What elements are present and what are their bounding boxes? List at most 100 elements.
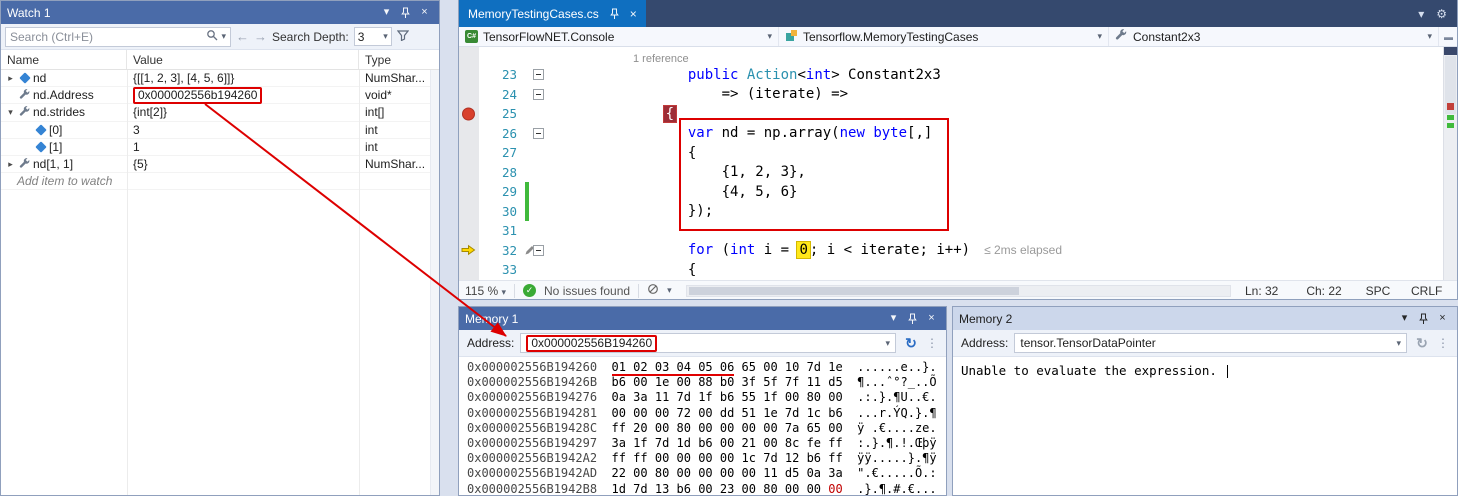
refresh-icon[interactable]: ↻ — [1413, 335, 1431, 352]
window-menu-icon[interactable]: ▾ — [885, 310, 902, 327]
zoom-select[interactable]: 115 % ▾ — [465, 284, 506, 298]
tab-close-icon[interactable]: × — [630, 7, 637, 21]
line-indicator[interactable]: Ln: 32 — [1245, 284, 1303, 298]
search-icon[interactable] — [206, 29, 218, 44]
glyph-cell[interactable] — [459, 221, 479, 241]
memory-row[interactable]: 0x000002556B1942B8 1d 7d 13 b6 00 23 00 … — [467, 482, 938, 495]
watch-row[interactable]: ▾nd.strides{int[2]}int[] — [1, 104, 439, 121]
pin-icon[interactable] — [1415, 313, 1432, 325]
fold-cell[interactable] — [529, 128, 547, 139]
glyph-cell[interactable] — [459, 260, 479, 280]
search-next-icon[interactable]: → — [254, 29, 267, 44]
issues-status[interactable]: No issues found — [544, 284, 630, 298]
memory-row[interactable]: 0x000002556B194276 0a 3a 11 7d 1f b6 55 … — [467, 390, 938, 405]
column-indicator[interactable]: Ch: 22 — [1306, 284, 1362, 298]
spaces-indicator[interactable]: SPC — [1366, 284, 1408, 298]
tab-list-chevron-icon[interactable]: ▾ — [1418, 7, 1424, 21]
column-separator[interactable] — [127, 70, 128, 495]
scrollbar-thumb[interactable] — [689, 287, 1019, 295]
watch-value[interactable]: {[[1, 2, 3], [4, 5, 6]]} — [127, 71, 359, 85]
line-ending-indicator[interactable]: CRLF — [1411, 284, 1451, 298]
code-line[interactable]: 28 {1, 2, 3}, — [459, 163, 1457, 183]
memory-row[interactable]: 0x000002556B1942A2 ff ff 00 00 00 00 1c … — [467, 451, 938, 466]
editor-vertical-scrollbar[interactable] — [1443, 47, 1457, 280]
memory1-rows[interactable]: 0x000002556B194260 01 02 03 04 05 06 65 … — [459, 357, 946, 495]
search-prev-icon[interactable]: ← — [236, 29, 249, 44]
chevron-down-icon[interactable]: ▾ — [1396, 338, 1401, 349]
type-dropdown[interactable]: Tensorflow.MemoryTestingCases ▾ — [779, 27, 1109, 46]
close-icon[interactable]: × — [923, 310, 940, 327]
glyph-cell[interactable] — [459, 143, 479, 163]
editor-actions-icon[interactable] — [647, 283, 659, 298]
glyph-cell[interactable] — [459, 163, 479, 183]
memory-row[interactable]: 0x000002556B194281 00 00 00 72 00 dd 51 … — [467, 406, 938, 421]
code-line[interactable]: 27 { — [459, 143, 1457, 163]
memory2-title-bar[interactable]: Memory 2 ▾ × — [953, 307, 1457, 330]
split-window-icon[interactable]: ▬ — [1444, 32, 1453, 42]
watch-value[interactable]: 0x000002556b194260 — [127, 87, 359, 104]
watch-value[interactable]: {int[2]} — [127, 105, 359, 119]
watch-value[interactable]: {5} — [127, 157, 359, 171]
glyph-cell[interactable] — [459, 124, 479, 144]
memory-row[interactable]: 0x000002556B194260 01 02 03 04 05 06 65 … — [467, 360, 938, 375]
tab-pin-icon[interactable] — [606, 8, 623, 20]
window-menu-icon[interactable]: ▾ — [378, 4, 395, 21]
memory-row[interactable]: 0x000002556B1942AD 22 00 80 00 00 00 00 … — [467, 466, 938, 481]
filter-icon[interactable] — [397, 30, 409, 44]
fold-collapse-icon[interactable] — [533, 128, 544, 139]
fold-collapse-icon[interactable] — [533, 89, 544, 100]
glyph-cell[interactable] — [459, 182, 479, 202]
chevron-down-icon[interactable]: ▾ — [667, 285, 672, 296]
fold-collapse-icon[interactable] — [533, 69, 544, 80]
expand-icon[interactable]: ▸ — [4, 159, 17, 170]
search-depth-select[interactable]: 3 ▾ — [354, 27, 392, 46]
close-icon[interactable]: × — [1434, 310, 1451, 327]
memory1-address-input[interactable]: 0x000002556B194260 ▾ — [520, 333, 896, 353]
toolbar-overflow-icon[interactable]: ⋮ — [1437, 336, 1449, 350]
fold-cell[interactable] — [529, 69, 547, 80]
fold-cell[interactable] — [529, 245, 547, 256]
fold-collapse-icon[interactable] — [533, 245, 544, 256]
splitter-grip[interactable] — [1444, 47, 1457, 55]
toolbar-overflow-icon[interactable]: ⋮ — [926, 336, 938, 350]
close-icon[interactable]: × — [416, 4, 433, 21]
memory1-title-bar[interactable]: Memory 1 ▾ × — [459, 307, 946, 330]
glyph-cell[interactable] — [459, 65, 479, 85]
health-check-icon[interactable]: ✓ — [523, 284, 536, 297]
column-header-value[interactable]: Value — [127, 50, 359, 69]
glyph-cell[interactable] — [459, 85, 479, 105]
code-line[interactable]: 24 => (iterate) => — [459, 85, 1457, 105]
horizontal-scrollbar[interactable] — [686, 285, 1231, 297]
watch-scrollbar[interactable] — [430, 70, 439, 495]
code-line[interactable]: 32 for (int i = 0; i < iterate; i++)≤ 2m… — [459, 241, 1457, 261]
code-line[interactable]: 26 var nd = np.array(new byte[,] — [459, 124, 1457, 144]
watch-row[interactable]: ▸nd[1, 1]{5}NumShar... — [1, 156, 439, 173]
glyph-cell[interactable] — [459, 104, 479, 124]
codelens-references[interactable]: 1 reference — [633, 53, 689, 65]
window-menu-icon[interactable]: ▾ — [1396, 310, 1413, 327]
watch-row[interactable]: Add item to watch — [1, 173, 439, 190]
glyph-cell[interactable] — [459, 241, 479, 261]
memory-row[interactable]: 0x000002556B19428C ff 20 00 80 00 00 00 … — [467, 421, 938, 436]
watch-value[interactable]: 3 — [127, 123, 359, 137]
code-line[interactable]: 33 { — [459, 260, 1457, 280]
refresh-icon[interactable]: ↻ — [902, 335, 920, 352]
code-line[interactable]: 31 — [459, 221, 1457, 241]
glyph-cell[interactable] — [459, 202, 479, 222]
expand-icon[interactable]: ▸ — [4, 73, 17, 84]
watch-row[interactable]: [1]1int — [1, 139, 439, 156]
watch-value[interactable]: 1 — [127, 140, 359, 154]
watch-row[interactable]: ▸nd{[[1, 2, 3], [4, 5, 6]]}NumShar... — [1, 70, 439, 87]
memory2-message-area[interactable]: Unable to evaluate the expression. — [953, 357, 1457, 495]
watch-row[interactable]: nd.Address0x000002556b194260void* — [1, 87, 439, 104]
pin-icon[interactable] — [904, 313, 921, 325]
chevron-down-icon[interactable]: ▾ — [885, 338, 890, 349]
collapse-icon[interactable]: ▾ — [4, 107, 17, 118]
watch-row[interactable]: [0]3int — [1, 122, 439, 139]
code-line[interactable]: 30 }); — [459, 202, 1457, 222]
project-dropdown[interactable]: C# TensorFlowNET.Console ▾ — [459, 27, 779, 46]
pin-icon[interactable] — [397, 7, 414, 19]
search-options-chevron-icon[interactable]: ▾ — [221, 31, 226, 42]
code-line[interactable]: 29 {4, 5, 6} — [459, 182, 1457, 202]
column-header-name[interactable]: Name — [1, 50, 127, 69]
